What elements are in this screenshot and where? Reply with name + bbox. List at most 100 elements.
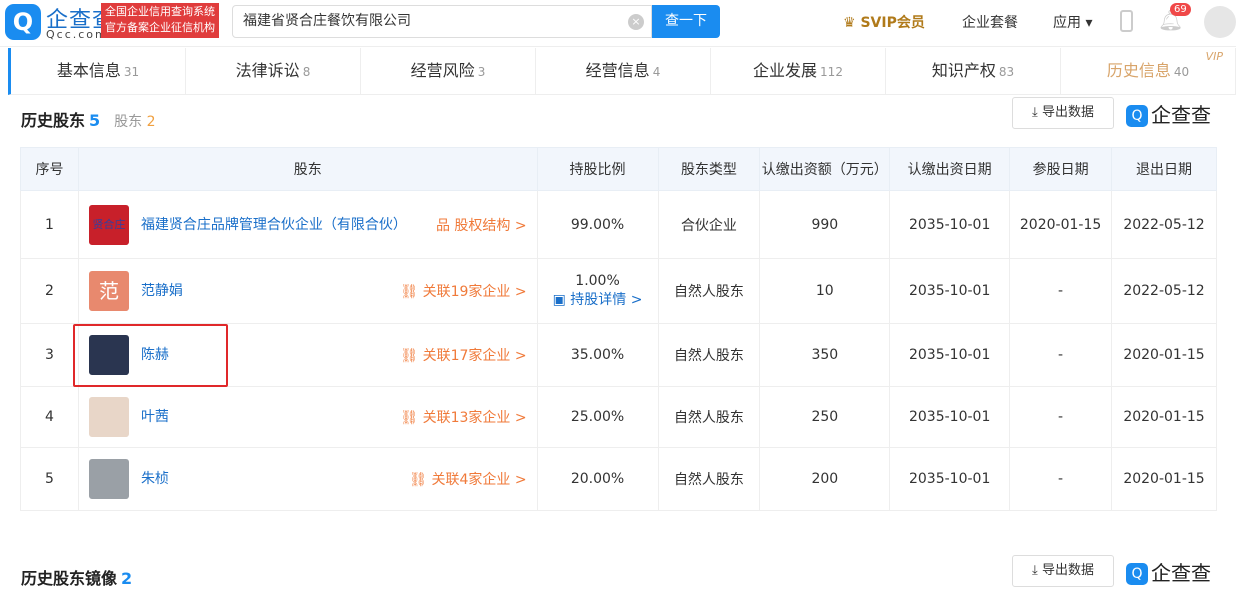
top-bar: Q 企查查 Qcc.com 全国企业信用查询系统 官方备案企业征信机构 福建省贤合… [0, 0, 1236, 47]
column-header: 股东 [77, 147, 538, 191]
subscription-date-cell: 2035-10-01 [889, 447, 1011, 511]
table-row: 5 朱桢 ⛓ 关联4家企业 > 20.00% 自然人股东 200 2035-10… [20, 447, 1217, 511]
tab-development[interactable]: 企业发展 112 [711, 48, 886, 94]
apps-label: 应用 [1053, 15, 1081, 31]
shareholder-cell: 朱桢 ⛓ 关联4家企业 > [77, 447, 538, 511]
section-title-history-shareholders: 历史股东 5 股东 2 [21, 107, 156, 131]
type-cell: 合伙企业 [657, 190, 761, 259]
qcc-brand-icon: Q [1126, 105, 1148, 127]
exit-date-cell: 2020-01-15 [1111, 386, 1217, 448]
tab-risk[interactable]: 经营风险 3 [361, 48, 536, 94]
amount-cell: 990 [759, 190, 891, 259]
table-row: 4 叶茜 ⛓ 关联13家企业 > 25.00% 自然人股东 250 2035-1… [20, 386, 1217, 448]
sub-label: 股东 [114, 114, 143, 130]
qcc-logo-icon[interactable]: Q [5, 4, 41, 40]
ratio-cell: 25.00% [536, 386, 659, 448]
tab-basic[interactable]: 基本信息 31 [11, 48, 186, 94]
relation-icon: ⛓ [400, 348, 419, 364]
shareholder-avatar[interactable] [88, 459, 129, 499]
row-number: 4 [20, 386, 79, 448]
related-link[interactable]: ⛓ 关联19家企业 > [400, 281, 526, 301]
download-icon: ⤓ [1032, 563, 1038, 578]
package-link[interactable]: 企业套餐 [962, 12, 1018, 32]
subscription-date-cell: 2035-10-01 [889, 323, 1011, 387]
column-header: 退出日期 [1111, 147, 1217, 191]
amount-cell: 200 [759, 447, 891, 511]
shareholder-name[interactable]: 范静娟 [141, 280, 400, 302]
shareholder-cell: 叶茜 ⛓ 关联13家企业 > [77, 386, 538, 448]
tab-count: 83 [998, 65, 1015, 79]
type-cell: 自然人股东 [657, 386, 761, 448]
related-link[interactable]: ⛓ 关联13家企业 > [400, 407, 526, 427]
tab-ip[interactable]: 知识产权 83 [886, 48, 1061, 94]
shareholder-avatar[interactable] [88, 397, 129, 437]
related-link[interactable]: 品 股权结构 > [436, 215, 527, 235]
subscription-date-cell: 2035-10-01 [889, 190, 1011, 259]
ratio-cell: 99.00% [536, 190, 659, 259]
join-date-cell: - [1009, 323, 1113, 387]
vip-badge: VIP [1205, 50, 1223, 63]
shareholder-name[interactable]: 福建贤合庄品牌管理合伙企业（有限合伙） [141, 214, 436, 236]
ratio-value: 25.00% [570, 409, 625, 425]
tab-count: 112 [820, 65, 843, 79]
notification-badge: 69 [1170, 3, 1191, 16]
subscription-date-cell: 2035-10-01 [889, 258, 1011, 324]
subscription-date-cell: 2035-10-01 [889, 386, 1011, 448]
table-row: 2 范 范静娟 ⛓ 关联19家企业 > 1.00% ▣ 持股详情 > 自然人股东 … [20, 258, 1217, 324]
badge-line2: 官方备案企业征信机构 [105, 21, 215, 34]
join-date-cell: - [1009, 386, 1113, 448]
tab-legal[interactable]: 法律诉讼 8 [186, 48, 361, 94]
brand-text: 企查查 [1151, 561, 1211, 585]
shareholder-avatar[interactable]: 范 [88, 271, 129, 311]
shareholder-avatar[interactable]: 贤合庄 [88, 204, 129, 245]
clear-icon[interactable]: × [628, 14, 644, 30]
apps-menu[interactable]: 应用 ▾ [1053, 12, 1092, 32]
qcc-brand-icon: Q [1126, 563, 1148, 585]
svip-link[interactable]: ♛ SVIP会员 [843, 12, 925, 32]
svip-label: SVIP会员 [860, 15, 925, 31]
relation-icon: ⛓ [400, 410, 419, 426]
section-title-text: 历史股东 [21, 111, 86, 130]
tab-history[interactable]: 历史信息 40 VIP [1061, 48, 1236, 94]
equity-structure-icon: 品 [435, 217, 450, 234]
related-link[interactable]: ⛓ 关联4家企业 > [409, 469, 526, 489]
holding-detail-link[interactable]: ▣ 持股详情 > [538, 289, 658, 309]
relation-icon: ⛓ [409, 472, 428, 488]
search-button[interactable]: 查一下 [652, 5, 720, 38]
relation-icon: ⛓ [400, 284, 419, 300]
mobile-icon[interactable] [1120, 10, 1133, 32]
shareholder-name[interactable]: 叶茜 [141, 406, 400, 428]
row-number: 1 [20, 190, 79, 259]
tab-count: 8 [302, 65, 311, 79]
ratio-cell: 35.00% [536, 323, 659, 387]
exit-date-cell: 2020-01-15 [1111, 323, 1217, 387]
user-avatar[interactable] [1204, 6, 1236, 38]
ratio-cell: 1.00% ▣ 持股详情 > [536, 258, 659, 324]
section-title-text: 历史股东镜像 [21, 569, 118, 588]
row-number: 3 [20, 323, 79, 387]
shareholder-name[interactable]: 朱桢 [141, 468, 409, 490]
export-button[interactable]: ⤓ 导出数据 [1012, 97, 1114, 129]
tab-bar: 基本信息 31 法律诉讼 8 经营风险 3 经营信息 4 企业发展 112 知识产权 83 … [8, 48, 1236, 95]
badge-line1: 全国企业信用查询系统 [105, 5, 215, 18]
tab-label: 历史信息 [1106, 61, 1171, 80]
tab-operation[interactable]: 经营信息 4 [536, 48, 711, 94]
join-date-cell: - [1009, 447, 1113, 511]
row-number: 5 [20, 447, 79, 511]
section-count: 5 [89, 111, 101, 130]
export-button-2[interactable]: ⤓ 导出数据 [1012, 555, 1114, 587]
qcc-brand: Q 企查查 [1126, 99, 1211, 128]
column-header: 股东类型 [657, 147, 761, 191]
section-count: 2 [121, 569, 133, 588]
tab-label: 经营信息 [585, 61, 650, 80]
detail-icon: ▣ [552, 292, 566, 308]
search-input[interactable]: 福建省贤合庄餐饮有限公司 [232, 5, 652, 38]
tab-label: 法律诉讼 [235, 61, 300, 80]
related-label: 关联13家企业 > [422, 410, 527, 426]
related-link[interactable]: ⛓ 关联17家企业 > [400, 345, 526, 365]
current-shareholders-link[interactable]: 股东 2 [114, 114, 155, 130]
tab-label: 企业发展 [753, 61, 818, 80]
export-label: 导出数据 [1041, 105, 1094, 120]
amount-cell: 350 [759, 323, 891, 387]
tab-count: 4 [652, 65, 661, 79]
